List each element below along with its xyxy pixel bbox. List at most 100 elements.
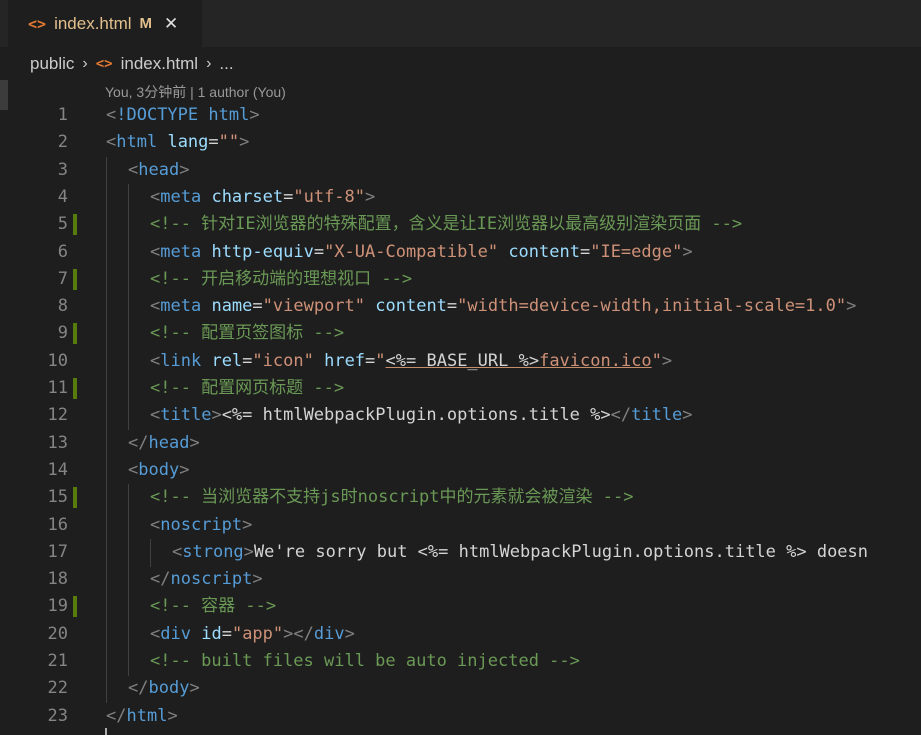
indent-guide xyxy=(128,620,129,649)
code-text: <!DOCTYPE html> xyxy=(106,102,260,129)
code-token: noscript xyxy=(170,569,253,590)
code-text: <!-- 配置页签图标 --> xyxy=(150,320,344,347)
code-text: <!-- built files will be auto injected -… xyxy=(150,648,580,675)
code-token: "width=device-width,initial-scale=1.0" xyxy=(457,296,847,317)
indent-guide xyxy=(106,456,107,485)
line-number: 11 xyxy=(47,378,68,398)
code-token: rel xyxy=(211,350,243,371)
code-token: = xyxy=(221,623,232,644)
code-token: < xyxy=(150,241,161,262)
code-token: html xyxy=(208,105,250,125)
line-number: 7 xyxy=(57,268,68,289)
close-icon[interactable]: ✕ xyxy=(164,14,178,34)
code-line[interactable]: 12 <title><%= htmlWebpackPlugin.options.t… xyxy=(0,402,921,431)
indent-guide xyxy=(128,484,129,513)
code-line[interactable]: 6 <meta http-equiv="X-UA-Compatible" cont… xyxy=(0,238,921,267)
git-modified-marker[interactable] xyxy=(73,268,77,290)
code-token: <!-- 配置网页标题 --> xyxy=(150,378,345,398)
line-number: 13 xyxy=(47,432,68,453)
code-token: title xyxy=(160,405,212,426)
code-line[interactable]: 18 </noscript> xyxy=(0,566,921,595)
code-token: html xyxy=(116,132,158,153)
code-line[interactable]: 20 <div id="app"></div> xyxy=(0,620,921,649)
code-token: favicon.ico xyxy=(539,350,652,371)
code-token: "viewport" xyxy=(262,296,366,317)
code-token: > xyxy=(365,186,376,207)
indent-guide xyxy=(106,511,107,540)
codelens-blame[interactable]: You, 3分钟前 | 1 author (You) xyxy=(105,81,286,103)
code-text: <title><%= htmlWebpackPlugin.options.tit… xyxy=(150,402,693,429)
code-line[interactable]: 22 </body> xyxy=(0,675,921,704)
code-token: > xyxy=(179,459,190,480)
code-line[interactable]: 11 <!-- 配置网页标题 --> xyxy=(0,375,921,403)
code-token: > xyxy=(243,541,254,562)
line-number: 4 xyxy=(57,186,68,207)
code-token: <!-- built files will be auto injected -… xyxy=(150,651,580,671)
code-line[interactable]: 14 <body> xyxy=(0,456,921,485)
line-number: 20 xyxy=(47,623,68,644)
line-number: 6 xyxy=(57,241,68,262)
code-line[interactable]: 8 <meta name="viewport" content="width=de… xyxy=(0,293,921,322)
code-line[interactable]: 7 <!-- 开启移动端的理想视口 --> xyxy=(0,265,921,294)
code-text: <html lang=""> xyxy=(106,129,249,156)
breadcrumb-more[interactable]: ... xyxy=(219,54,233,74)
code-token: div xyxy=(313,623,345,644)
code-token: </ xyxy=(128,678,149,699)
code-text: <!-- 配置网页标题 --> xyxy=(150,375,344,402)
code-token: > xyxy=(252,569,263,590)
code-token: < xyxy=(128,159,139,180)
indent-guide xyxy=(128,238,129,267)
code-token: id xyxy=(201,623,222,644)
code-token: < xyxy=(150,296,161,317)
code-token: > xyxy=(189,678,200,699)
breadcrumb-folder[interactable]: public xyxy=(30,54,74,74)
indent-guide xyxy=(106,347,107,376)
text-cursor xyxy=(105,728,107,735)
git-modified-marker[interactable] xyxy=(73,487,77,509)
code-token: </ xyxy=(610,405,632,426)
tab-filename[interactable]: index.html xyxy=(54,14,131,34)
indent-guide xyxy=(150,538,151,567)
git-modified-marker[interactable] xyxy=(73,214,77,236)
line-number: 16 xyxy=(47,514,68,535)
code-token: = xyxy=(252,296,263,317)
code-line[interactable]: 16 <noscript> xyxy=(0,511,921,540)
code-text: </html> xyxy=(106,703,178,730)
code-line[interactable]: 17 <strong>We're sorry but <%= htmlWebpac… xyxy=(0,538,921,567)
code-token: <!-- 当浏览器不支持js时noscript中的元素就会被渲染 --> xyxy=(150,487,634,508)
git-modified-marker[interactable] xyxy=(73,596,77,618)
code-line[interactable]: 4 <meta charset="utf-8"> xyxy=(0,183,921,212)
code-token: content xyxy=(508,241,580,262)
code-line[interactable]: 13 </head> xyxy=(0,429,921,458)
tab-index-html[interactable]: <> index.html M ✕ xyxy=(8,0,202,47)
code-line[interactable]: 10 <link rel="icon" href="<%= BASE_URL %>… xyxy=(0,347,921,376)
code-editor[interactable]: 1 <!DOCTYPE html> 2 <html lang=""> 3 <head> 4 <… xyxy=(0,102,921,735)
code-line[interactable]: 2 <html lang=""> xyxy=(0,129,921,156)
code-line[interactable]: 23 </html> xyxy=(0,703,921,730)
code-token: <!-- 针对IE浏览器的特殊配置，含义是让IE浏览器以最高级别渲染页面 --> xyxy=(150,214,743,235)
code-line[interactable]: 1 <!DOCTYPE html> xyxy=(0,102,921,129)
indent-guide xyxy=(106,293,107,322)
code-token: charset xyxy=(211,186,284,207)
breadcrumb: public › <> index.html › ... xyxy=(0,47,921,81)
code-token: = xyxy=(313,241,325,262)
indent-guide xyxy=(106,238,107,267)
code-line[interactable]: 3 <head> xyxy=(0,156,921,185)
git-modified-marker[interactable] xyxy=(73,378,77,399)
chevron-right-icon: › xyxy=(206,55,212,72)
code-line[interactable]: 15 <!-- 当浏览器不支持js时noscript中的元素就会被渲染 --> xyxy=(0,484,921,513)
code-line[interactable]: 21 <!-- built files will be auto injected… xyxy=(0,648,921,676)
indent-guide xyxy=(106,183,107,212)
breadcrumb-file[interactable]: index.html xyxy=(121,54,198,74)
git-modified-marker[interactable] xyxy=(73,323,77,345)
code-line[interactable]: 5 <!-- 针对IE浏览器的特殊配置，含义是让IE浏览器以最高级别渲染页面 --… xyxy=(0,211,921,240)
code-token: lang xyxy=(167,132,209,153)
code-token: We're sorry but <%= htmlWebpackPlugin.op… xyxy=(253,541,869,562)
code-token: > xyxy=(167,705,178,726)
code-line[interactable]: 19 <!-- 容器 --> xyxy=(0,593,921,622)
code-line[interactable]: 9 <!-- 配置页签图标 --> xyxy=(0,320,921,349)
code-text: </noscript> xyxy=(150,566,263,593)
indent-guide xyxy=(128,402,129,431)
indent-guide xyxy=(106,675,107,704)
